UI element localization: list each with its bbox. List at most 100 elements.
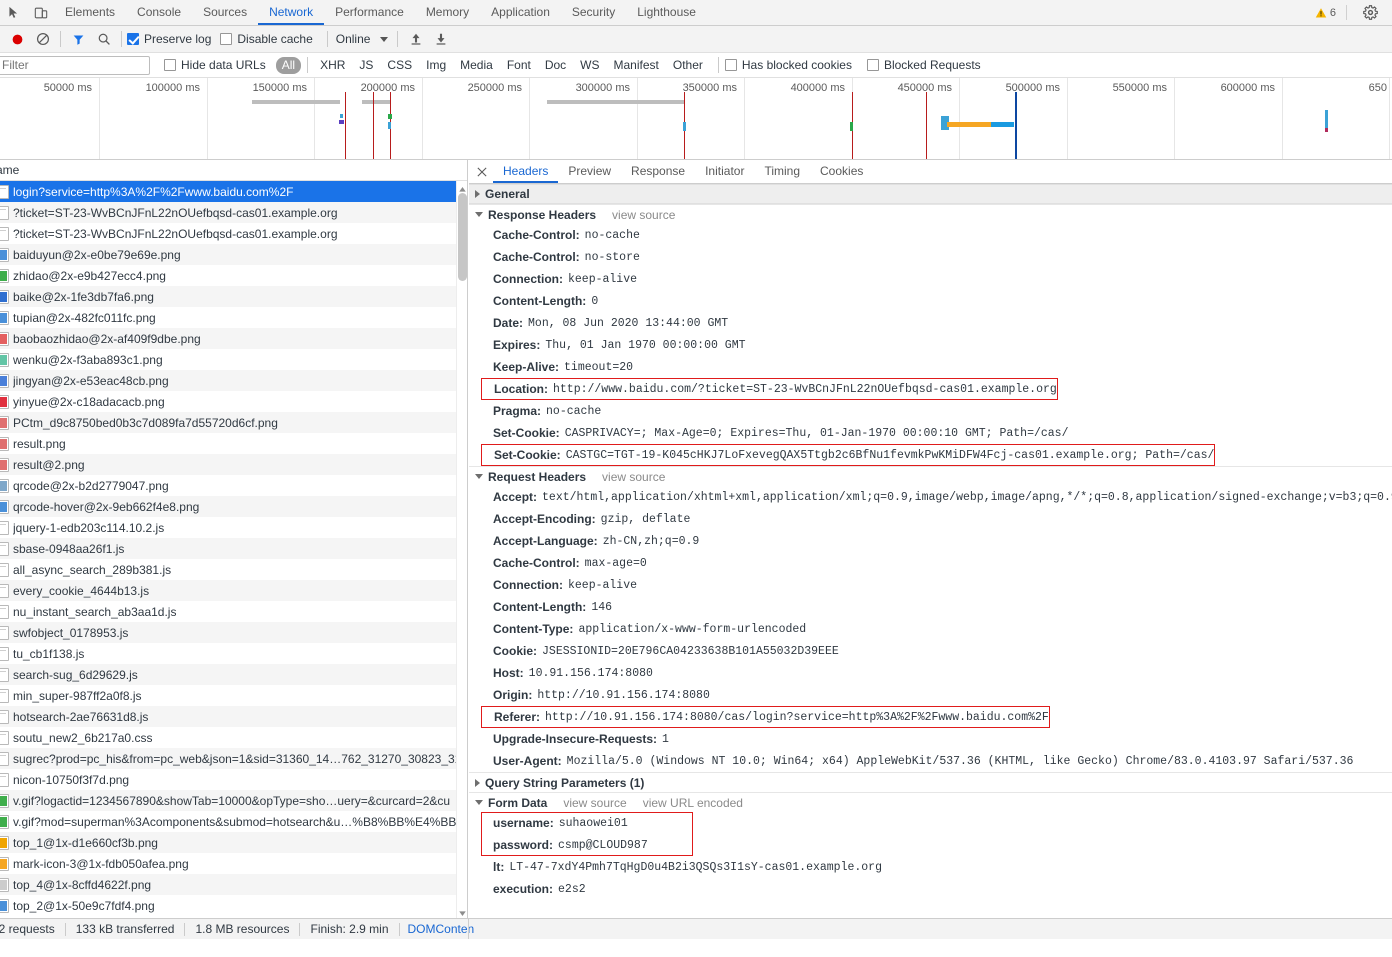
filter-type-css[interactable]: CSS (381, 57, 418, 74)
tab-lighthouse[interactable]: Lighthouse (626, 0, 707, 25)
document-resource-icon (0, 562, 9, 577)
filter-type-manifest[interactable]: Manifest (608, 57, 665, 74)
request-row[interactable]: v.gif?mod=superman%3Acomponents&submod=h… (0, 811, 467, 832)
tab-security[interactable]: Security (561, 0, 626, 25)
filter-type-xhr[interactable]: XHR (314, 57, 351, 74)
request-row[interactable]: result@2.png (0, 454, 467, 475)
request-name: qrcode@2x-b2d2779047.png (13, 478, 169, 493)
request-row[interactable]: jingyan@2x-e53eac48cb.png (0, 370, 467, 391)
request-row[interactable]: baike@2x-1fe3db7fa6.png (0, 286, 467, 307)
request-row[interactable]: nu_instant_search_ab3aa1d.js (0, 601, 467, 622)
request-row[interactable]: soutu_new2_6b217a0.css (0, 727, 467, 748)
section-request-headers[interactable]: Request Headers view source (469, 466, 1392, 486)
request-row[interactable]: v.gif?logactid=1234567890&showTab=10000&… (0, 790, 467, 811)
scroll-up-arrow[interactable] (458, 183, 467, 192)
request-row[interactable]: top_1@1x-d1e660cf3b.png (0, 832, 467, 853)
warning-indicator[interactable]: 6 (1315, 7, 1336, 19)
detail-tab-headers[interactable]: Headers (493, 160, 559, 183)
view-source-link-form[interactable]: view source (563, 796, 626, 810)
filter-type-font[interactable]: Font (501, 57, 537, 74)
request-row[interactable]: nicon-10750f3f7d.png (0, 769, 467, 790)
request-row[interactable]: PCtm_d9c8750bed0b3c7d089fa7d55720d6cf.pn… (0, 412, 467, 433)
tab-memory[interactable]: Memory (415, 0, 480, 25)
filter-type-ws[interactable]: WS (574, 57, 605, 74)
search-icon[interactable] (91, 28, 116, 51)
request-row[interactable]: top_2@1x-50e9c7fdf4.png (0, 895, 467, 916)
document-resource-icon (0, 226, 9, 241)
request-row[interactable]: min_super-987ff2a0f8.js (0, 685, 467, 706)
view-source-link-request[interactable]: view source (602, 470, 665, 484)
request-row[interactable]: yinyue@2x-c18adacacb.png (0, 391, 467, 412)
export-har-icon[interactable] (428, 28, 453, 51)
tab-elements[interactable]: Elements (54, 0, 126, 25)
scrollbar-thumb[interactable] (458, 193, 467, 281)
record-stop-icon[interactable] (5, 28, 30, 51)
section-query-string[interactable]: Query String Parameters (1) (469, 772, 1392, 792)
header-key: Pragma: (493, 404, 542, 418)
request-row[interactable]: tupian@2x-482fc011fc.png (0, 307, 467, 328)
request-row[interactable]: wenku@2x-f3aba893c1.png (0, 349, 467, 370)
filter-type-js[interactable]: JS (353, 57, 379, 74)
request-row[interactable]: tu_cb1f138.js (0, 643, 467, 664)
tab-console[interactable]: Console (126, 0, 192, 25)
tab-network[interactable]: Network (258, 0, 325, 25)
clear-icon[interactable] (30, 28, 55, 51)
tab-sources[interactable]: Sources (192, 0, 258, 25)
view-url-encoded-link[interactable]: view URL encoded (643, 796, 743, 810)
filter-type-media[interactable]: Media (454, 57, 499, 74)
detail-tab-timing[interactable]: Timing (754, 160, 810, 183)
cursor-inspect-icon[interactable] (0, 0, 27, 25)
filter-type-other[interactable]: Other (667, 57, 709, 74)
close-icon[interactable] (471, 160, 493, 183)
view-source-link-response[interactable]: view source (612, 208, 675, 222)
gear-icon[interactable] (1357, 5, 1384, 20)
network-overview-timeline[interactable]: 50000 ms 100000 ms 150000 ms 200000 ms 2… (0, 78, 1392, 160)
detail-tab-preview[interactable]: Preview (558, 160, 621, 183)
request-row[interactable]: sugrec?prod=pc_his&from=pc_web&json=1&si… (0, 748, 467, 769)
request-row[interactable]: qrcode@2x-b2d2779047.png (0, 475, 467, 496)
section-form-data[interactable]: Form Data view source view URL encoded (469, 792, 1392, 812)
request-row[interactable]: zhidao@2x-e9b427ecc4.png (0, 265, 467, 286)
request-row[interactable]: hotsearch-2ae76631d8.js (0, 706, 467, 727)
blocked-requests-checkbox[interactable]: Blocked Requests (866, 58, 981, 72)
request-row[interactable]: mark-icon-3@1x-fdb050afea.png (0, 853, 467, 874)
import-har-icon[interactable] (403, 28, 428, 51)
filter-type-img[interactable]: Img (420, 57, 452, 74)
request-row[interactable]: ?ticket=ST-23-WvBCnJFnL22nOUefbqsd-cas01… (0, 202, 467, 223)
request-row[interactable]: login?service=http%3A%2F%2Fwww.baidu.com… (0, 181, 467, 202)
scroll-down-arrow[interactable] (458, 907, 467, 917)
detail-tab-response[interactable]: Response (621, 160, 695, 183)
device-toolbar-icon[interactable] (27, 0, 54, 25)
request-row[interactable]: result.png (0, 433, 467, 454)
detail-tab-initiator[interactable]: Initiator (695, 160, 754, 183)
request-row[interactable]: ?ticket=ST-23-WvBCnJFnL22nOUefbqsd-cas01… (0, 223, 467, 244)
request-row[interactable]: search-sug_6d29629.js (0, 664, 467, 685)
preserve-log-checkbox[interactable]: Preserve log (127, 32, 211, 46)
request-row[interactable]: all_async_search_289b381.js (0, 559, 467, 580)
throttling-select[interactable]: Online (336, 32, 389, 46)
filter-type-doc[interactable]: Doc (539, 57, 572, 74)
request-row[interactable]: baobaozhidao@2x-af409f9dbe.png (0, 328, 467, 349)
detail-tab-label: Initiator (705, 163, 745, 178)
request-row[interactable]: qrcode-hover@2x-9eb662f4e8.png (0, 496, 467, 517)
hide-data-urls-checkbox[interactable]: Hide data URLs (164, 58, 266, 72)
disable-cache-checkbox[interactable]: Disable cache (220, 32, 313, 46)
request-list-scrollbar[interactable] (456, 181, 467, 918)
filter-type-all[interactable]: All (275, 56, 302, 74)
overview-load-line (926, 92, 927, 159)
tab-application[interactable]: Application (480, 0, 561, 25)
image-resource-icon (0, 856, 9, 871)
request-row[interactable]: jquery-1-edb203c114.10.2.js (0, 517, 467, 538)
has-blocked-cookies-checkbox[interactable]: Has blocked cookies (724, 58, 852, 72)
request-row[interactable]: sbase-0948aa26f1.js (0, 538, 467, 559)
section-general[interactable]: General (469, 184, 1392, 204)
request-row[interactable]: top_4@1x-8cffd4622f.png (0, 874, 467, 895)
filter-input[interactable] (0, 55, 150, 75)
request-row[interactable]: baiduyun@2x-e0be79e69e.png (0, 244, 467, 265)
request-row[interactable]: swfobject_0178953.js (0, 622, 467, 643)
tab-performance[interactable]: Performance (324, 0, 415, 25)
detail-tab-cookies[interactable]: Cookies (810, 160, 873, 183)
section-response-headers[interactable]: Response Headers view source (469, 204, 1392, 224)
request-row[interactable]: every_cookie_4644b13.js (0, 580, 467, 601)
filter-funnel-icon[interactable] (66, 28, 91, 51)
